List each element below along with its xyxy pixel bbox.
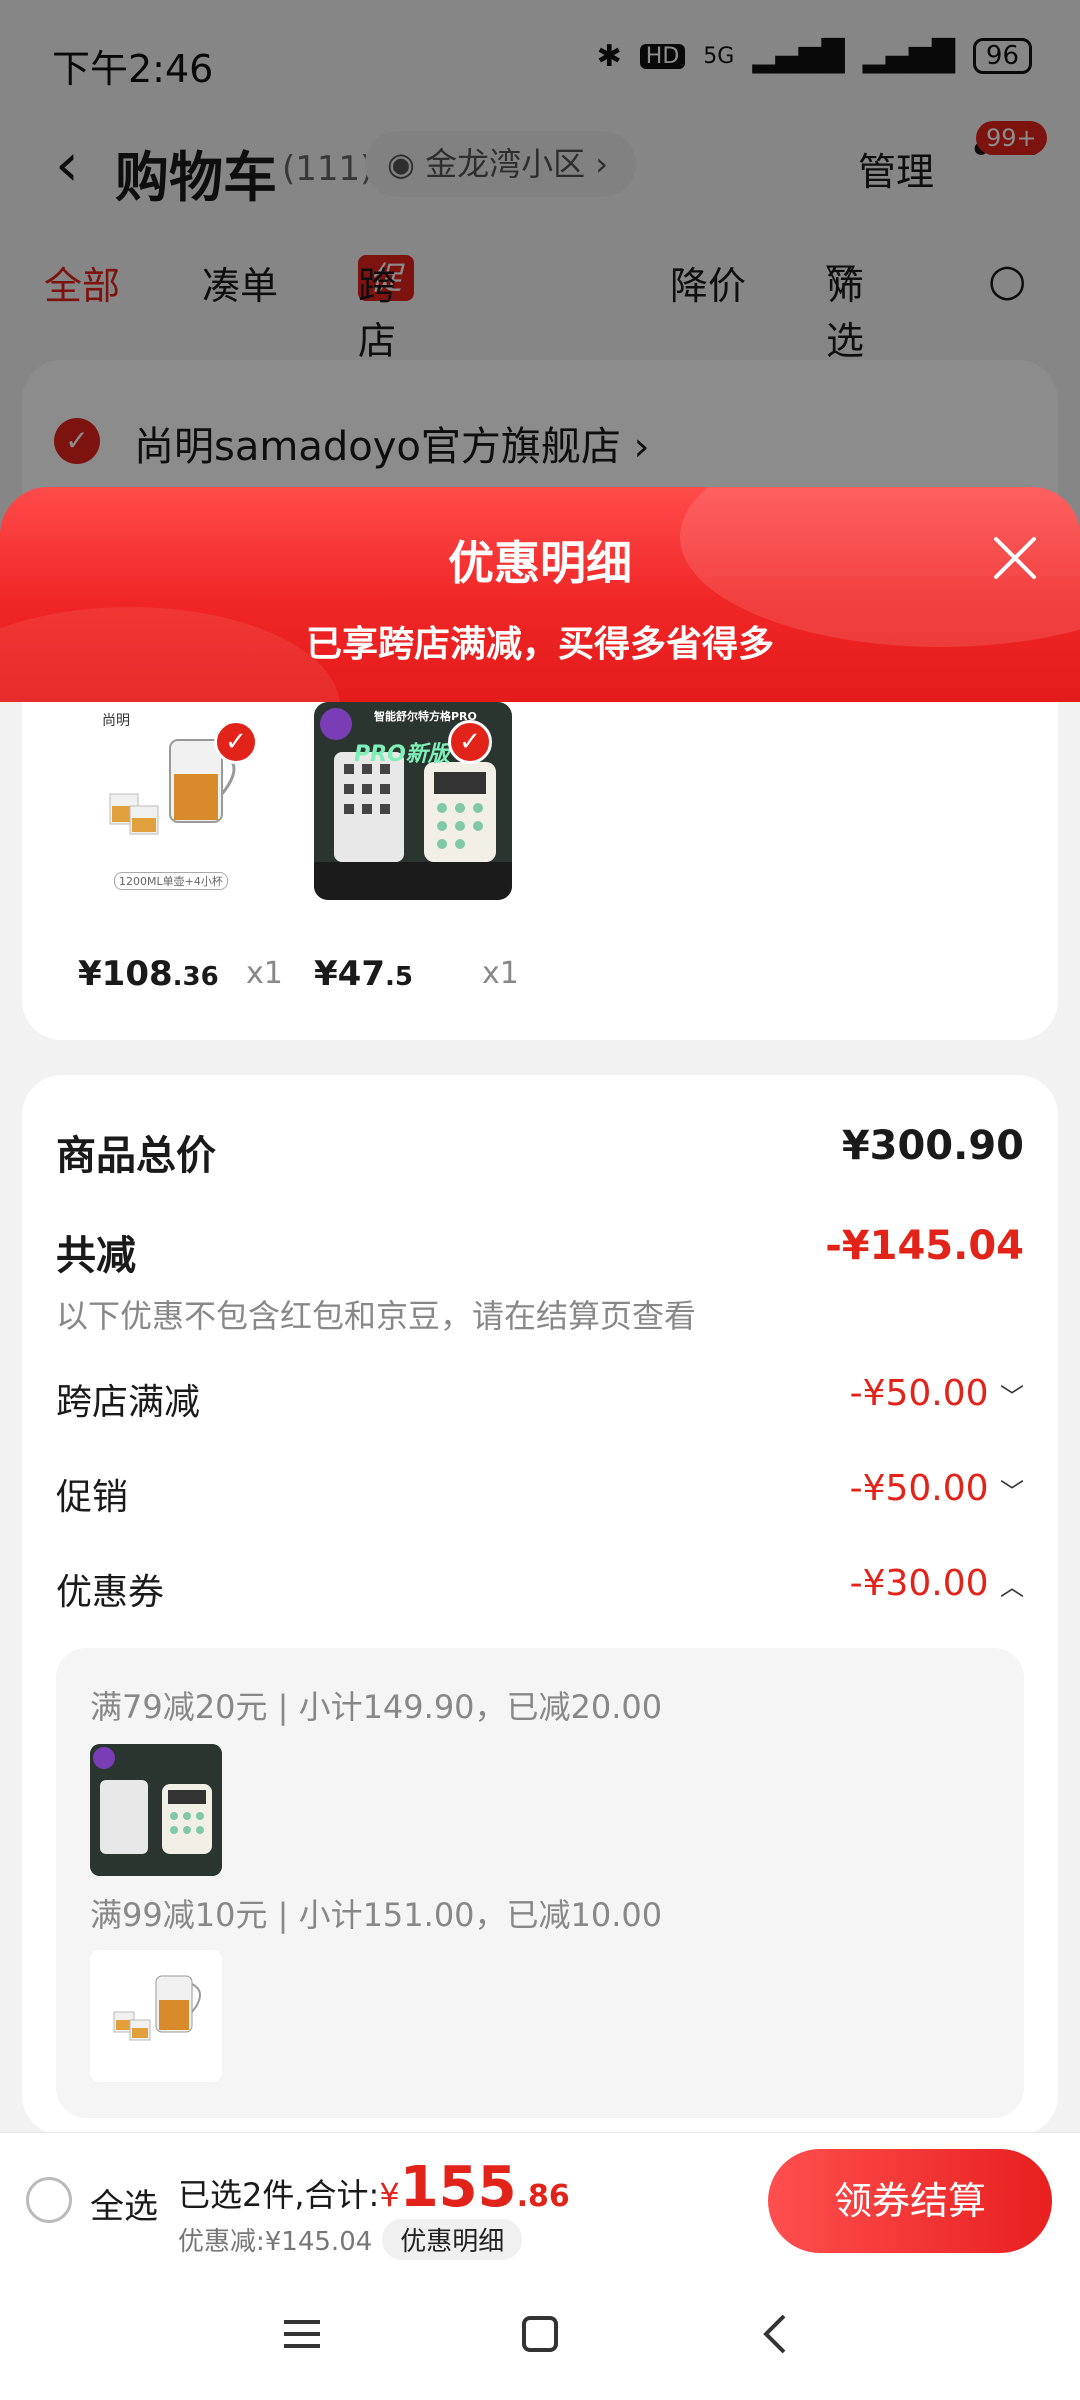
price-cents: .36 xyxy=(172,962,219,992)
back-nav-icon[interactable] xyxy=(752,2310,800,2358)
total-value: ¥300.90 xyxy=(841,1123,1024,1169)
total-cents: .86 xyxy=(516,2179,570,2214)
discount-sheet-header: 优惠明细 已享跨店满减，买得多省得多 xyxy=(0,487,1080,702)
coupon-1-product-thumb[interactable] xyxy=(90,1744,222,1876)
schulte-thumb-illustration xyxy=(90,1744,222,1876)
product-1-price: ¥108.36 xyxy=(78,954,219,994)
discount-detail-button[interactable]: 优惠明细 xyxy=(382,2219,523,2260)
currency-symbol: ¥ xyxy=(379,2176,400,2214)
home-icon[interactable] xyxy=(516,2310,564,2358)
checkout-button[interactable]: 领券结算 xyxy=(768,2149,1052,2253)
coupon-line-1: 满79减20元 | 小计149.90，已减20.00 xyxy=(90,1688,663,1726)
price-cents: .5 xyxy=(384,962,413,992)
reduce-value: -¥145.04 xyxy=(825,1223,1024,1269)
brand-text: 尚明 xyxy=(102,713,130,729)
teapot-thumb-illustration xyxy=(90,1950,222,2082)
cross-store-label: 跨店满减 xyxy=(56,1382,201,1423)
product-2-qty: x1 xyxy=(482,956,519,991)
close-icon[interactable] xyxy=(990,533,1040,583)
coupon-row[interactable]: -¥30.00 ︿ xyxy=(850,1563,1024,1604)
price-main: ¥108 xyxy=(78,954,173,994)
discount-line: 优惠减:¥145.04 优惠明细 xyxy=(178,2219,523,2260)
reduce-label: 共减 xyxy=(56,1233,136,1279)
selected-text: 已选2件,合计: xyxy=(178,2176,380,2214)
coupon-label: 优惠券 xyxy=(56,1572,165,1613)
system-nav-bar xyxy=(0,2268,1080,2400)
product-2-checkbox[interactable]: ✓ xyxy=(448,720,492,764)
sheet-title: 优惠明细 xyxy=(448,536,632,590)
selected-products-card: 尚明 1200ML单壶+4小杯 ✓ 智能舒尔特方格PRO PRO新版 ✓ ¥10… xyxy=(22,702,1058,1040)
discount-note: 以下优惠不包含红包和京豆，请在结算页查看 xyxy=(56,1297,697,1335)
chevron-down-icon: ﹀ xyxy=(1000,1478,1024,1506)
discount-text: 优惠减:¥145.04 xyxy=(178,2227,373,2257)
total-label: 商品总价 xyxy=(56,1133,216,1179)
coupon-line-2: 满99减10元 | 小计151.00，已减10.00 xyxy=(90,1896,663,1934)
select-all-checkbox[interactable] xyxy=(26,2177,72,2223)
chevron-down-icon: ﹀ xyxy=(1000,1383,1024,1411)
sheet-subtitle: 已享跨店满减，买得多省得多 xyxy=(305,624,774,665)
product-2-price: ¥47.5 xyxy=(314,954,413,994)
price-main: ¥47 xyxy=(314,954,385,994)
coupon-details: 满79减20元 | 小计149.90，已减20.00 满99减10元 | 小计1… xyxy=(56,1648,1024,2118)
product-1-checkbox[interactable]: ✓ xyxy=(214,720,258,764)
promotion-row[interactable]: -¥50.00 ﹀ xyxy=(850,1468,1024,1509)
pro-tag: PRO新版 xyxy=(354,742,450,767)
coupon-value: -¥30.00 xyxy=(849,1563,989,1604)
coupon-2-product-thumb[interactable] xyxy=(90,1950,222,2082)
checkout-bar: 全选 已选2件,合计:¥155.86 优惠减:¥145.04 优惠明细 领券结算 xyxy=(0,2132,1080,2268)
select-all-label[interactable]: 全选 xyxy=(90,2179,158,2228)
cross-store-row[interactable]: -¥50.00 ﹀ xyxy=(850,1373,1024,1414)
discount-sheet-body: 尚明 1200ML单壶+4小杯 ✓ 智能舒尔特方格PRO PRO新版 ✓ ¥10… xyxy=(0,702,1080,2135)
cross-store-value: -¥50.00 xyxy=(849,1373,989,1414)
promotion-label: 促销 xyxy=(56,1477,129,1518)
menu-icon[interactable] xyxy=(278,2310,326,2358)
price-summary-card: 商品总价 ¥300.90 共减 -¥145.04 以下优惠不包含红包和京豆，请在… xyxy=(22,1075,1058,2135)
total-integer: 155 xyxy=(399,2155,517,2220)
image-caption: 1200ML单壶+4小杯 xyxy=(114,872,228,890)
total-line: 已选2件,合计:¥155.86 xyxy=(178,2155,570,2220)
promotion-value: -¥50.00 xyxy=(849,1468,989,1509)
chevron-up-icon: ︿ xyxy=(1000,1573,1024,1601)
product-1-qty: x1 xyxy=(246,956,283,991)
